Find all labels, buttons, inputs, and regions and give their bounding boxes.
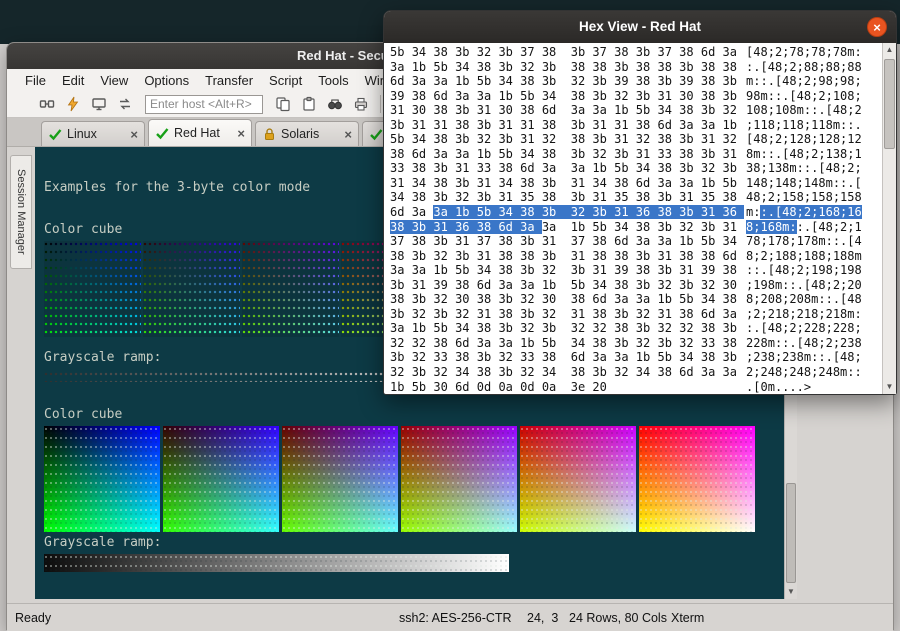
ramp-dot-texture bbox=[44, 554, 509, 572]
status-emulation: Xterm bbox=[671, 611, 704, 625]
hex-line[interactable]: 31 34 38 3b 31 34 38 3b 31 34 38 6d 3a 3… bbox=[390, 176, 896, 191]
hex-window-title: Hex View - Red Hat bbox=[579, 19, 701, 34]
statusbar: Ready ssh2: AES-256-CTR 24, 3 24 Rows, 8… bbox=[7, 603, 893, 631]
reconnect-arrows-icon[interactable] bbox=[113, 93, 137, 115]
hex-lines: 5b 34 38 3b 32 3b 37 38 3b 37 38 3b 37 3… bbox=[390, 45, 896, 394]
lock-icon bbox=[262, 127, 276, 141]
menu-file[interactable]: File bbox=[17, 71, 54, 90]
hex-scrollbar[interactable]: ▲ ▼ bbox=[882, 43, 896, 394]
connected-check-icon bbox=[369, 127, 383, 141]
menu-view[interactable]: View bbox=[92, 71, 136, 90]
quick-connect-lightning-icon[interactable] bbox=[61, 93, 85, 115]
toolbar-separator bbox=[380, 95, 381, 113]
hex-line[interactable]: 3b 32 33 38 3b 32 33 38 6d 3a 3a 1b 5b 3… bbox=[390, 350, 896, 365]
menu-script[interactable]: Script bbox=[261, 71, 310, 90]
connect-icon[interactable] bbox=[35, 93, 59, 115]
hex-line[interactable]: 5b 34 38 3b 32 3b 31 32 38 3b 31 32 38 3… bbox=[390, 132, 896, 147]
hex-line[interactable]: 33 38 3b 31 33 38 6d 3a 3a 1b 5b 34 38 3… bbox=[390, 161, 896, 176]
hex-line[interactable]: 32 3b 32 34 38 3b 32 34 38 3b 32 34 38 6… bbox=[390, 365, 896, 380]
cube-dot-texture bbox=[282, 426, 398, 532]
tab-label: Linux bbox=[67, 127, 97, 141]
hex-line[interactable]: 37 38 3b 31 37 38 3b 31 37 38 6d 3a 3a 1… bbox=[390, 234, 896, 249]
session-manager-label: Session Manager bbox=[15, 169, 27, 255]
hex-line[interactable]: 31 30 38 3b 31 30 38 6d 3a 3a 1b 5b 34 3… bbox=[390, 103, 896, 118]
scrollbar-thumb[interactable] bbox=[884, 59, 895, 149]
color-cube-slice bbox=[639, 426, 755, 532]
hex-titlebar[interactable]: Hex View - Red Hat × bbox=[384, 11, 896, 43]
cube-dot-texture bbox=[163, 426, 279, 532]
hex-body[interactable]: 5b 34 38 3b 32 3b 37 38 3b 37 38 3b 37 3… bbox=[384, 43, 896, 394]
color-cube-slice bbox=[520, 426, 636, 532]
cube-dot-texture bbox=[44, 241, 141, 337]
status-ready: Ready bbox=[15, 611, 51, 625]
hex-line[interactable]: 6d 3a 3a 1b 5b 34 38 3b 32 3b 39 38 3b 3… bbox=[390, 74, 896, 89]
hex-line[interactable]: 34 38 3b 32 3b 31 35 38 3b 31 35 38 3b 3… bbox=[390, 190, 896, 205]
menu-transfer[interactable]: Transfer bbox=[197, 71, 261, 90]
scroll-down-icon[interactable]: ▼ bbox=[883, 380, 896, 394]
cube-dot-texture bbox=[242, 241, 339, 337]
cube-dot-texture bbox=[143, 241, 240, 337]
color-cube-label: Color cube bbox=[44, 406, 784, 424]
tab-label: Red Hat bbox=[174, 126, 220, 140]
session-monitor-icon[interactable] bbox=[87, 93, 111, 115]
host-input[interactable] bbox=[145, 95, 263, 114]
hex-line[interactable]: 3b 31 39 38 6d 3a 3a 1b 5b 34 38 3b 32 3… bbox=[390, 278, 896, 293]
copy-icon[interactable] bbox=[271, 93, 295, 115]
scroll-up-icon[interactable]: ▲ bbox=[883, 43, 896, 57]
hex-line[interactable]: 1b 5b 30 6d 0d 0a 0d 0a 3e 20 .[0m....> bbox=[390, 380, 896, 394]
hex-line[interactable]: 6d 3a 3a 1b 5b 34 38 3b 32 3b 31 36 38 3… bbox=[390, 205, 896, 220]
tab-label: Solaris bbox=[281, 127, 319, 141]
hex-line[interactable]: 38 3b 32 30 38 3b 32 30 38 6d 3a 3a 1b 5… bbox=[390, 292, 896, 307]
hex-line[interactable]: 39 38 6d 3a 3a 1b 5b 34 38 3b 32 3b 31 3… bbox=[390, 89, 896, 104]
hex-line[interactable]: 38 3b 31 36 38 6d 3a 3a 1b 5b 34 38 3b 3… bbox=[390, 220, 896, 235]
prompt-line: > bbox=[44, 580, 784, 599]
cube-dot-texture bbox=[401, 426, 517, 532]
menu-edit[interactable]: Edit bbox=[54, 71, 92, 90]
hex-line[interactable]: 3b 32 3b 32 31 38 3b 32 31 38 3b 32 31 3… bbox=[390, 307, 896, 322]
hex-line[interactable]: 38 6d 3a 3a 1b 5b 34 38 3b 32 3b 31 33 3… bbox=[390, 147, 896, 162]
color-cube-slice bbox=[282, 426, 398, 532]
color-cube-slice bbox=[242, 241, 339, 337]
connected-check-icon bbox=[155, 126, 169, 140]
color-cube-background bbox=[44, 426, 784, 532]
hex-line[interactable]: 3a 1b 5b 34 38 3b 32 3b 32 32 38 3b 32 3… bbox=[390, 321, 896, 336]
status-cursor-position: 24, 3 bbox=[527, 611, 558, 625]
grayscale-label: Grayscale ramp: bbox=[44, 534, 784, 552]
menu-tools[interactable]: Tools bbox=[310, 71, 356, 90]
tab-linux[interactable]: Linux × bbox=[41, 121, 145, 146]
scrollbar-thumb[interactable] bbox=[786, 483, 796, 583]
tab-close-icon[interactable]: × bbox=[237, 127, 245, 140]
color-cube-slice bbox=[401, 426, 517, 532]
cube-dot-texture bbox=[639, 426, 755, 532]
session-manager-tab[interactable]: Session Manager bbox=[10, 155, 32, 269]
scroll-down-icon[interactable]: ▼ bbox=[785, 585, 797, 599]
tab-solaris[interactable]: Solaris × bbox=[255, 121, 359, 146]
cube-dot-texture bbox=[44, 426, 160, 532]
hex-line[interactable]: 38 3b 32 3b 31 38 38 3b 31 38 38 3b 31 3… bbox=[390, 249, 896, 264]
hex-line[interactable]: 32 32 38 6d 3a 3a 1b 5b 34 38 3b 32 3b 3… bbox=[390, 336, 896, 351]
hex-line[interactable]: 3a 1b 5b 34 38 3b 32 3b 38 38 3b 38 38 3… bbox=[390, 60, 896, 75]
print-icon[interactable] bbox=[349, 93, 373, 115]
paste-clipboard-icon[interactable] bbox=[297, 93, 321, 115]
hex-line[interactable]: 5b 34 38 3b 32 3b 37 38 3b 37 38 3b 37 3… bbox=[390, 45, 896, 60]
hex-line[interactable]: 3b 31 31 38 3b 31 31 38 3b 31 31 38 6d 3… bbox=[390, 118, 896, 133]
find-binoculars-icon[interactable] bbox=[323, 93, 347, 115]
hex-line[interactable]: 3a 3a 1b 5b 34 38 3b 32 3b 31 39 38 3b 3… bbox=[390, 263, 896, 278]
color-cube-slice bbox=[163, 426, 279, 532]
status-encryption: ssh2: AES-256-CTR bbox=[399, 611, 512, 625]
tab-close-icon[interactable]: × bbox=[130, 128, 138, 141]
tab-close-icon[interactable]: × bbox=[344, 128, 352, 141]
cube-dot-texture bbox=[520, 426, 636, 532]
close-icon[interactable]: × bbox=[867, 17, 887, 37]
tab-red-hat[interactable]: Red Hat × bbox=[148, 119, 252, 146]
connected-check-icon bbox=[48, 127, 62, 141]
color-cube-slice bbox=[44, 426, 160, 532]
hex-view-window: Hex View - Red Hat × 5b 34 38 3b 32 3b 3… bbox=[383, 10, 897, 395]
grayscale-ramp-background bbox=[44, 554, 509, 572]
color-cube-slice bbox=[44, 241, 141, 337]
color-cube-slice bbox=[143, 241, 240, 337]
menu-options[interactable]: Options bbox=[136, 71, 197, 90]
status-terminal-size: 24 Rows, 80 Cols bbox=[569, 611, 667, 625]
